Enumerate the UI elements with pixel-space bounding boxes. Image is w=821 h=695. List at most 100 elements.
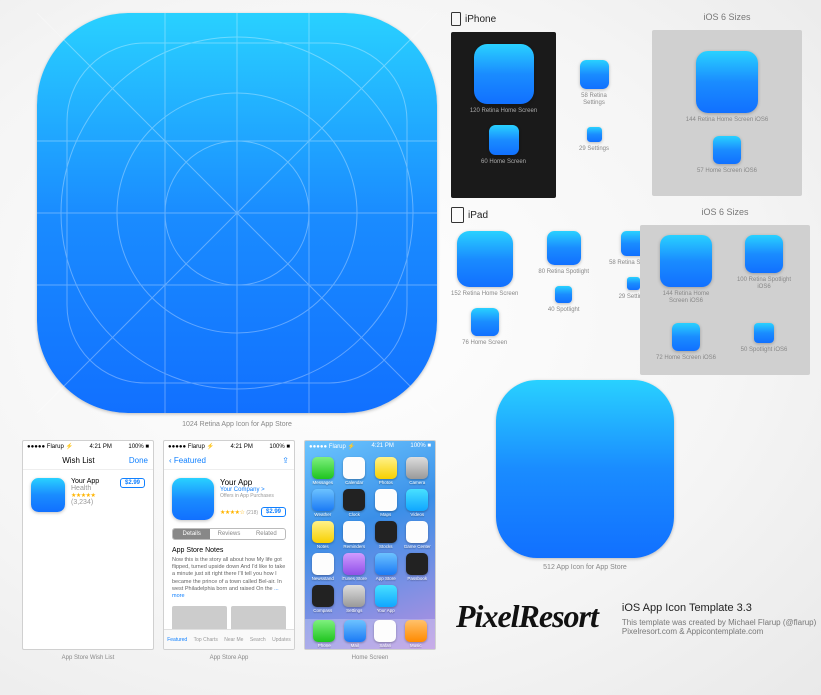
app-icon [374, 620, 396, 642]
app-icon-29-ipad [627, 277, 640, 290]
tab-updates[interactable]: Updates [272, 637, 291, 643]
app-icon-60 [489, 125, 519, 155]
appstore-tabbar: Featured Top Charts Near Me Search Updat… [164, 629, 294, 649]
dock-app-mail[interactable]: Mail [344, 620, 366, 648]
app-icon-72-ios6 [672, 323, 700, 351]
home-app-reminders[interactable]: Reminders [341, 521, 369, 549]
app-icon [312, 553, 334, 575]
segment-reviews[interactable]: Reviews [210, 529, 247, 539]
template-title: iOS App Icon Template 3.3 [622, 602, 816, 614]
app-label: Mail [351, 643, 359, 648]
caption-512: 512 App Icon for App Store [496, 564, 674, 572]
app-icon [375, 489, 397, 511]
app-icon [343, 553, 365, 575]
wishlist-price-button[interactable]: $2.99 [120, 478, 145, 488]
home-app-photos[interactable]: Photos [372, 457, 400, 485]
app-icon-57-ios6 [713, 136, 741, 164]
back-featured-button[interactable]: ‹ Featured [169, 456, 206, 465]
app-icon [312, 521, 334, 543]
dock-app-safari[interactable]: Safari [374, 620, 396, 648]
app-label: Music [410, 643, 422, 648]
homescreen-phone: ●●●●● Flarup ⚡ 4:21 PM 100% ■ MessagesCa… [304, 440, 436, 650]
tab-topcharts[interactable]: Top Charts [194, 637, 218, 643]
segment-control[interactable]: Details Reviews Related [172, 528, 286, 540]
app-icon-50-ios6 [754, 323, 774, 343]
ios6-ipad-heading: iOS 6 Sizes [640, 207, 810, 217]
app-label: Your App [377, 608, 395, 613]
segment-related[interactable]: Related [248, 529, 285, 539]
caption-60: 60 Home Screen [481, 159, 526, 166]
home-app-your-app[interactable]: Your App [372, 585, 400, 613]
app-icon-1024 [37, 13, 437, 413]
home-app-weather[interactable]: Weather [309, 489, 337, 517]
appstore-mockup-group: ●●●●● Flarup ⚡ 4:21 PM 100% ■ ‹ Featured… [163, 440, 295, 661]
app-icon-80 [547, 231, 581, 265]
app-icon [406, 553, 428, 575]
wishlist-app-icon [31, 478, 65, 512]
app-label: Weather [314, 512, 331, 517]
appstore-app-name: Your App [220, 478, 286, 487]
wishlist-nav: Wish List Done [23, 452, 153, 470]
homescreen-mockup-group: ●●●●● Flarup ⚡ 4:21 PM 100% ■ MessagesCa… [304, 440, 436, 661]
home-app-messages[interactable]: Messages [309, 457, 337, 485]
done-button[interactable]: Done [129, 456, 148, 465]
app-label: iTunes Store [342, 576, 367, 581]
app-label: Safari [379, 643, 391, 648]
pixelresort-logo: PixelResort [456, 602, 598, 631]
app-icon [313, 620, 335, 642]
homescreen-caption: Home Screen [304, 655, 436, 661]
home-app-stocks[interactable]: Stocks [372, 521, 400, 549]
app-label: Stocks [379, 544, 393, 549]
home-app-newsstand[interactable]: Newsstand [309, 553, 337, 581]
app-icon [406, 489, 428, 511]
app-label: Videos [410, 512, 424, 517]
caption-80: 80 Retina Spotlight [538, 269, 589, 276]
caption-144-ipad: 144 Retina Home Screen iOS6 [654, 291, 718, 305]
app-icon-144-ios6 [696, 51, 758, 113]
home-app-calendar[interactable]: Calendar [341, 457, 369, 485]
wishlist-mockup-group: ●●●●● Flarup ⚡ 4:21 PM 100% ■ Wish List … [22, 440, 154, 661]
segment-details[interactable]: Details [173, 529, 210, 539]
home-app-videos[interactable]: Videos [404, 489, 432, 517]
main-icon-caption: 1024 Retina App Icon for App Store [37, 421, 437, 428]
app-icon-76 [471, 308, 499, 336]
app-icon [312, 457, 334, 479]
home-app-app-store[interactable]: App Store [372, 553, 400, 581]
app-label: Phone [318, 643, 331, 648]
phone-mockups-row: ●●●●● Flarup ⚡ 4:21 PM 100% ■ Wish List … [22, 440, 436, 661]
dock-app-music[interactable]: Music [405, 620, 427, 648]
wishlist-phone: ●●●●● Flarup ⚡ 4:21 PM 100% ■ Wish List … [22, 440, 154, 650]
status-bar: ●●●●● Flarup ⚡ 4:21 PM 100% ■ [23, 441, 153, 452]
home-app-camera[interactable]: Camera [404, 457, 432, 485]
dock-app-phone[interactable]: Phone [313, 620, 335, 648]
caption-58: 58 Retina Settings [570, 93, 618, 107]
wishlist-rating-count: (3,234) [71, 499, 93, 506]
app-icon-100-ios6 [745, 235, 783, 273]
home-app-clock[interactable]: Clock [341, 489, 369, 517]
app-icon-40 [555, 286, 572, 303]
share-button[interactable]: ⇪ [282, 456, 289, 465]
wishlist-app-name: Your App [71, 478, 114, 485]
wishlist-row[interactable]: Your App Health ★★★★★ (3,234) $2.99 [23, 470, 153, 520]
home-app-compass[interactable]: Compass [309, 585, 337, 613]
tab-featured[interactable]: Featured [167, 637, 187, 643]
ios6-iphone-section: iOS 6 Sizes 144 Retina Home Screen iOS6 … [652, 12, 802, 196]
tab-nearme[interactable]: Near Me [224, 637, 243, 643]
app-label: Reminders [343, 544, 365, 549]
home-app-game-center[interactable]: Game Center [404, 521, 432, 549]
home-app-maps[interactable]: Maps [372, 489, 400, 517]
appstore-price-button[interactable]: $2.99 [261, 507, 286, 517]
home-dock: Phone Mail Safari Music [305, 619, 435, 649]
tab-search[interactable]: Search [250, 637, 266, 643]
caption-29: 29 Settings [579, 146, 609, 153]
home-app-settings[interactable]: Settings [341, 585, 369, 613]
template-links: Pixelresort.com & Appicontemplate.com [622, 627, 816, 636]
wishlist-title: Wish List [62, 456, 94, 465]
home-app-passbook[interactable]: Passbook [404, 553, 432, 581]
home-app-notes[interactable]: Notes [309, 521, 337, 549]
appstore-nav: ‹ Featured ⇪ [164, 452, 294, 470]
app-label: Camera [409, 480, 425, 485]
app-icon [343, 457, 365, 479]
clock: 4:21 PM [89, 444, 111, 450]
home-app-itunes-store[interactable]: iTunes Store [341, 553, 369, 581]
